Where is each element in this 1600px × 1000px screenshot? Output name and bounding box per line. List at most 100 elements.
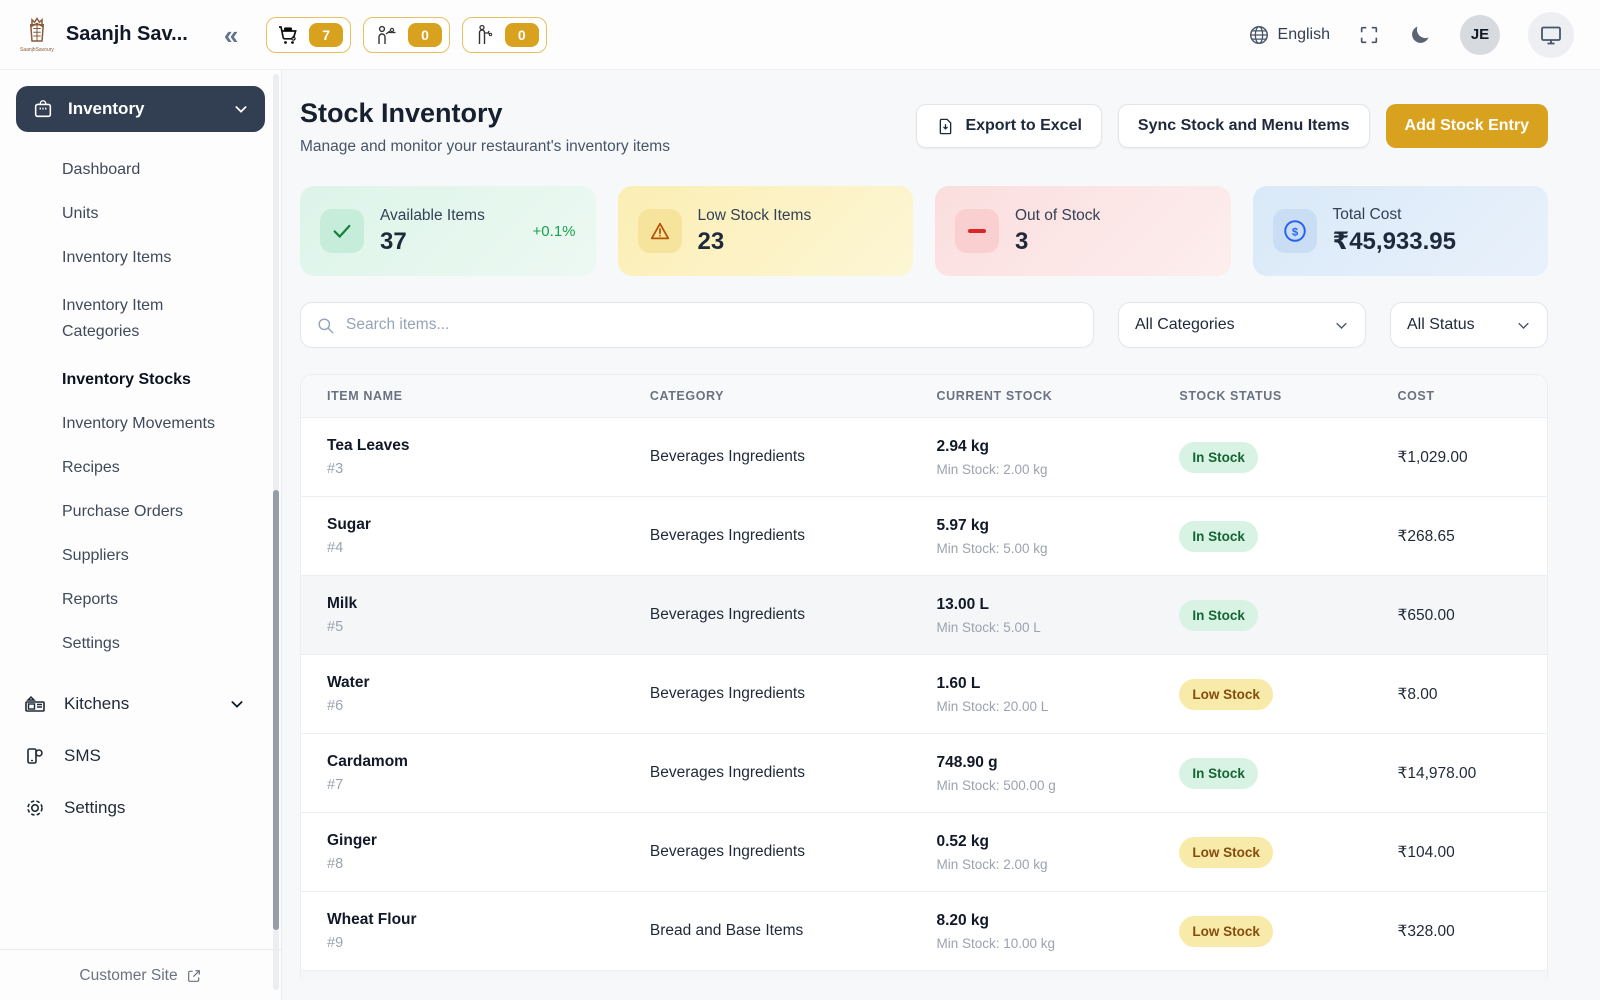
cart-badge-button[interactable]: 7 — [266, 17, 351, 53]
item-cost: ₹1,029.00 — [1397, 448, 1547, 467]
table-row[interactable]: Milk#5 Beverages Ingredients 13.00 LMin … — [301, 575, 1547, 654]
table-row-partial — [301, 970, 1547, 979]
fullscreen-icon — [1358, 24, 1380, 46]
add-label: Add Stock Entry — [1405, 117, 1529, 135]
item-name: Cardamom — [327, 753, 650, 771]
item-name: Sugar — [327, 516, 650, 534]
stat-value: 3 — [1015, 228, 1100, 256]
sidebar-item-inventory-item-categories[interactable]: Inventory Item Categories — [62, 280, 212, 358]
language-selector[interactable]: English — [1248, 24, 1330, 46]
export-file-icon — [936, 117, 955, 136]
item-cost: ₹268.65 — [1397, 527, 1547, 546]
external-link-icon — [186, 968, 202, 984]
sync-label: Sync Stock and Menu Items — [1138, 117, 1350, 135]
sidebar-item-sms[interactable]: SMS — [22, 730, 245, 782]
category-filter-value: All Categories — [1135, 316, 1235, 334]
current-stock: 5.97 kg — [936, 517, 1179, 535]
sidebar-item-settings-bottom[interactable]: Settings — [22, 782, 245, 834]
customer-site-link[interactable]: Customer Site — [0, 949, 281, 1000]
logo-caption: SaanjhSavoury — [20, 47, 54, 53]
sidebar-item-units[interactable]: Units — [62, 192, 281, 236]
top-bar: SaanjhSavoury Saanjh Sav... « 7 0 — [0, 0, 1600, 70]
stat-card-available: Available Items 37 +0.1% — [300, 186, 596, 276]
status-badge: In Stock — [1179, 758, 1258, 789]
item-category: Beverages Ingredients — [650, 685, 937, 703]
status-filter-dropdown[interactable]: All Status — [1390, 302, 1548, 348]
delivery-person-icon — [472, 23, 496, 47]
display-mode-button[interactable] — [1528, 12, 1574, 58]
sidebar-item-inventory-stocks[interactable]: Inventory Stocks — [62, 358, 281, 402]
sync-stock-button[interactable]: Sync Stock and Menu Items — [1118, 104, 1370, 148]
item-cost: ₹104.00 — [1397, 843, 1547, 862]
waiter-badge-button[interactable]: 0 — [363, 17, 450, 53]
min-stock: Min Stock: 5.00 L — [936, 620, 1179, 635]
dark-mode-toggle[interactable] — [1408, 23, 1432, 47]
chevron-down-icon — [1516, 318, 1531, 333]
waiter-icon — [373, 23, 399, 47]
table-row[interactable]: Wheat Flour#9 Bread and Base Items 8.20 … — [301, 891, 1547, 970]
moon-icon — [1408, 23, 1432, 47]
delivery-badge-button[interactable]: 0 — [462, 17, 547, 53]
export-to-excel-button[interactable]: Export to Excel — [916, 104, 1101, 148]
stat-value: 37 — [380, 228, 485, 256]
item-id: #6 — [327, 698, 650, 714]
sidebar-item-recipes[interactable]: Recipes — [62, 446, 281, 490]
user-avatar[interactable]: JE — [1460, 15, 1500, 55]
cart-count-badge: 7 — [309, 23, 343, 47]
table-row[interactable]: Ginger#8 Beverages Ingredients 0.52 kgMi… — [301, 812, 1547, 891]
column-header-current-stock: CURRENT STOCK — [936, 389, 1179, 403]
table-row[interactable]: Cardamom#7 Beverages Ingredients 748.90 … — [301, 733, 1547, 812]
current-stock: 8.20 kg — [936, 912, 1179, 930]
item-category: Bread and Base Items — [650, 922, 937, 940]
stat-label: Total Cost — [1333, 206, 1456, 224]
current-stock: 13.00 L — [936, 596, 1179, 614]
inventory-bag-icon — [32, 98, 54, 120]
fullscreen-button[interactable] — [1358, 24, 1380, 46]
svg-text:$: $ — [1291, 226, 1298, 238]
globe-icon — [1248, 24, 1270, 46]
monitor-icon — [1539, 23, 1563, 47]
sidebar-item-kitchens[interactable]: Kitchens — [22, 678, 245, 730]
sidebar-collapse-button[interactable]: « — [224, 22, 236, 48]
table-row[interactable]: Sugar#4 Beverages Ingredients 5.97 kgMin… — [301, 496, 1547, 575]
item-name: Wheat Flour — [327, 911, 650, 929]
add-stock-entry-button[interactable]: Add Stock Entry — [1386, 104, 1548, 148]
sidebar-item-inventory-items[interactable]: Inventory Items — [62, 236, 281, 280]
sidebar-item-dashboard[interactable]: Dashboard — [62, 148, 281, 192]
sms-icon — [22, 743, 48, 769]
min-stock: Min Stock: 2.00 kg — [936, 462, 1179, 477]
kitchen-icon — [22, 691, 48, 717]
sidebar-group-inventory[interactable]: Inventory — [16, 86, 265, 132]
table-row[interactable]: Water#6 Beverages Ingredients 1.60 LMin … — [301, 654, 1547, 733]
stat-value: ₹45,933.95 — [1333, 227, 1456, 256]
item-category: Beverages Ingredients — [650, 448, 937, 466]
search-box — [300, 302, 1094, 348]
column-header-cost: COST — [1397, 389, 1547, 403]
min-stock: Min Stock: 2.00 kg — [936, 857, 1179, 872]
item-id: #3 — [327, 461, 650, 477]
search-icon — [316, 316, 335, 335]
sidebar-item-label: SMS — [64, 746, 101, 766]
chevron-down-icon — [229, 696, 245, 712]
current-stock: 2.94 kg — [936, 438, 1179, 456]
sidebar-scrollbar-thumb[interactable] — [273, 490, 279, 930]
stat-card-total-cost: $ Total Cost ₹45,933.95 — [1253, 186, 1549, 276]
min-stock: Min Stock: 500.00 g — [936, 778, 1179, 793]
sidebar-item-reports[interactable]: Reports — [62, 578, 281, 622]
header-badges: 7 0 0 — [266, 17, 546, 53]
language-label: English — [1278, 26, 1330, 44]
sidebar-item-settings[interactable]: Settings — [62, 622, 281, 666]
inventory-table: ITEM NAME CATEGORY CURRENT STOCK STOCK S… — [300, 374, 1548, 979]
status-badge: In Stock — [1179, 521, 1258, 552]
sidebar-item-inventory-movements[interactable]: Inventory Movements — [62, 402, 281, 446]
item-cost: ₹14,978.00 — [1397, 764, 1547, 783]
sidebar-item-purchase-orders[interactable]: Purchase Orders — [62, 490, 281, 534]
table-row[interactable]: Tea Leaves#3 Beverages Ingredients 2.94 … — [301, 417, 1547, 496]
category-filter-dropdown[interactable]: All Categories — [1118, 302, 1366, 348]
search-input[interactable] — [346, 316, 1078, 334]
sidebar-item-suppliers[interactable]: Suppliers — [62, 534, 281, 578]
stat-delta: +0.1% — [533, 223, 576, 240]
page-title: Stock Inventory — [300, 98, 670, 129]
sidebar-group-label: Inventory — [68, 99, 145, 119]
sidebar-item-label: Kitchens — [64, 694, 129, 714]
